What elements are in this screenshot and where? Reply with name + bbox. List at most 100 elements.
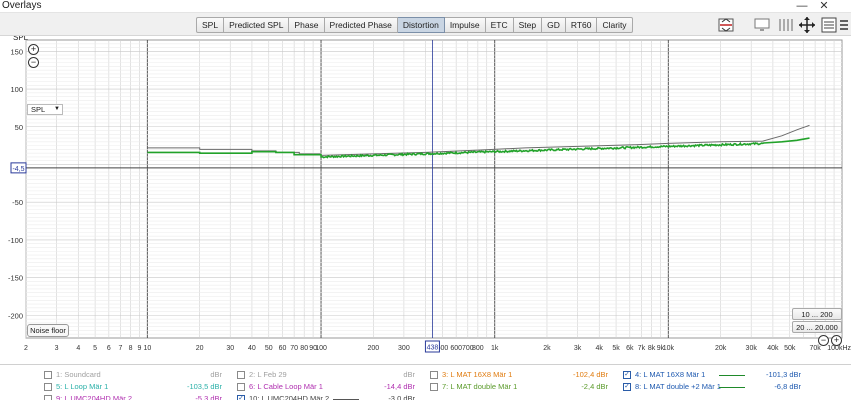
legend-name: 7: L MAT double Mär 1	[442, 382, 518, 391]
graph-area[interactable]: 150 100 50 -50 -100 -150 -200 SPL 2 3 4 5 6 7 8 9 10 20 30…	[0, 36, 851, 358]
legend-checkbox[interactable]: ✓	[623, 383, 631, 391]
x-tick-label: 70k	[809, 345, 821, 352]
legend-checkbox[interactable]	[44, 395, 52, 400]
x-tick-label: 9	[137, 345, 141, 352]
graph-canvas[interactable]: 150 100 50 -50 -100 -150 -200 SPL 2 3 4 5 6 7 8 9 10 20 30…	[0, 36, 851, 358]
y-cursor-value: -4,5	[12, 166, 24, 173]
tab-spl[interactable]: SPL	[196, 17, 225, 33]
y-tick-label: -50	[12, 198, 23, 207]
tab-rt60[interactable]: RT60	[565, 17, 598, 33]
x-tick-label: 2k	[543, 345, 551, 352]
legend-checkbox[interactable]	[44, 383, 52, 391]
x-tick-label: 60	[279, 345, 287, 352]
legend-checkbox[interactable]	[237, 371, 245, 379]
noise-floor-button[interactable]: Noise floor	[27, 324, 69, 337]
x-tick-label: 100kHz	[827, 345, 851, 352]
tab-etc[interactable]: ETC	[485, 17, 514, 33]
x-tick-label: 10	[143, 345, 151, 352]
legend-checkbox[interactable]	[237, 383, 245, 391]
x-tick-label: 200	[367, 345, 379, 352]
y-tick-label: -100	[8, 236, 23, 245]
tab-step[interactable]: Step	[513, 17, 543, 33]
legend-item[interactable]: 9: L UMC204HD Mär 2 -5,3 dBr	[44, 393, 232, 400]
legend-name: 4: L MAT 16X8 Mär 1	[635, 370, 706, 379]
legend-value: -3,0 dBr	[388, 394, 415, 400]
legend-value: -2,4 dBr	[581, 382, 608, 391]
legend-value: -103,5 dBr	[186, 382, 222, 391]
x-tick-label: 30k	[746, 345, 758, 352]
x-tick-label: 3k	[574, 345, 582, 352]
legend-value: dBr	[403, 370, 415, 379]
tab-predicted-phase[interactable]: Predicted Phase	[324, 17, 398, 33]
controls-icon[interactable]	[820, 16, 838, 34]
graph-tabs: SPL Predicted SPL Phase Predicted Phase Dist…	[196, 17, 633, 33]
zoom-in-icon[interactable]: +	[28, 44, 39, 55]
window-title: Overlays	[2, 0, 42, 11]
legend-item[interactable]: 5: L Loop Mär 1 -103,5 dBr	[44, 381, 232, 393]
compare-icon[interactable]	[717, 16, 735, 34]
x-tick-label: 600	[450, 345, 462, 352]
y-tick-label: 100	[10, 85, 23, 94]
legend-name: 8: L MAT double +2 Mär 1	[635, 382, 721, 391]
legend-value: -5,3 dBr	[195, 394, 222, 400]
spl-dropdown[interactable]: SPL ▼	[27, 104, 63, 115]
x-tick-label: 800	[472, 345, 484, 352]
legend-checkbox[interactable]	[430, 371, 438, 379]
x-tick-label: 4k	[596, 345, 604, 352]
legend-checkbox[interactable]	[430, 383, 438, 391]
legend-item[interactable]: ✓ 10: L UMC204HD Mär 2 -3,0 dBr	[237, 393, 425, 400]
x-tick-label: 50k	[784, 345, 796, 352]
minimize-button[interactable]: —	[793, 0, 811, 12]
columns-icon[interactable]	[776, 16, 794, 34]
tab-predicted-spl[interactable]: Predicted SPL	[224, 17, 290, 33]
x-tick-label: 50	[265, 345, 273, 352]
move-arrows-icon[interactable]	[798, 16, 816, 34]
y-tick-label: 50	[15, 123, 23, 132]
y-tick-label: -150	[8, 274, 23, 283]
zoom-out-x-icon[interactable]: −	[818, 335, 829, 346]
x-tick-label: 2	[24, 345, 28, 352]
tab-distortion[interactable]: Distortion	[397, 17, 445, 33]
range-20-20000-button[interactable]: 20 ... 20.000	[792, 321, 842, 333]
x-tick-label: 7k	[638, 345, 646, 352]
range-10-200-button[interactable]: 10 ... 200	[792, 308, 842, 320]
x-tick-label: 1k	[491, 345, 499, 352]
x-tick-label: 20	[196, 345, 204, 352]
legend-item[interactable]: 3: L MAT 16X8 Mär 1 -102,4 dBr	[430, 369, 618, 381]
tab-phase[interactable]: Phase	[289, 17, 325, 33]
x-tick-label: 10k	[663, 345, 675, 352]
close-button[interactable]: ✕	[815, 0, 833, 12]
legend-name: 6: L Cable Loop Mär 1	[249, 382, 323, 391]
y-axis-label: SPL	[13, 36, 29, 42]
x-tick-label: 8	[129, 345, 133, 352]
legend-value: -101,3 dBr	[765, 370, 801, 379]
legend-checkbox[interactable]	[44, 371, 52, 379]
legend-item[interactable]: ✓ 8: L MAT double +2 Mär 1 -6,8 dBr	[623, 381, 811, 393]
legend-value: -14,4 dBr	[384, 382, 415, 391]
tab-impulse[interactable]: Impulse	[444, 17, 486, 33]
tab-clarity[interactable]: Clarity	[597, 17, 633, 33]
legend-item[interactable]: ✓ 4: L MAT 16X8 Mär 1 -101,3 dBr	[623, 369, 811, 381]
legend-item[interactable]: 1: Soundcard dBr	[44, 369, 232, 381]
chevron-down-icon: ▼	[54, 106, 60, 112]
x-tick-label: 300	[398, 345, 410, 352]
x-tick-label: 5	[93, 345, 97, 352]
monitor-icon[interactable]	[753, 16, 771, 34]
legend-item[interactable]: 7: L MAT double Mär 1 -2,4 dBr	[430, 381, 618, 393]
x-tick-label: 100	[315, 345, 327, 352]
x-tick-label: 20k	[715, 345, 727, 352]
x-tick-label: 40	[248, 345, 256, 352]
legend-name: 1: Soundcard	[56, 370, 101, 379]
legend-item[interactable]: 6: L Cable Loop Mär 1 -14,4 dBr	[237, 381, 425, 393]
tab-gd[interactable]: GD	[542, 17, 566, 33]
legend-value: -6,8 dBr	[774, 382, 801, 391]
toolbar: SPL Predicted SPL Phase Predicted Phase Dist…	[0, 12, 851, 36]
legend-checkbox[interactable]: ✓	[623, 371, 631, 379]
zoom-out-icon[interactable]: −	[28, 57, 39, 68]
zoom-in-x-icon[interactable]: +	[831, 335, 842, 346]
legend-checkbox[interactable]: ✓	[237, 395, 245, 400]
x-tick-label: 7	[119, 345, 123, 352]
x-tick-label: 70	[290, 345, 298, 352]
menu-icon[interactable]	[838, 16, 850, 34]
legend-item[interactable]: 2: L Feb 29 dBr	[237, 369, 425, 381]
